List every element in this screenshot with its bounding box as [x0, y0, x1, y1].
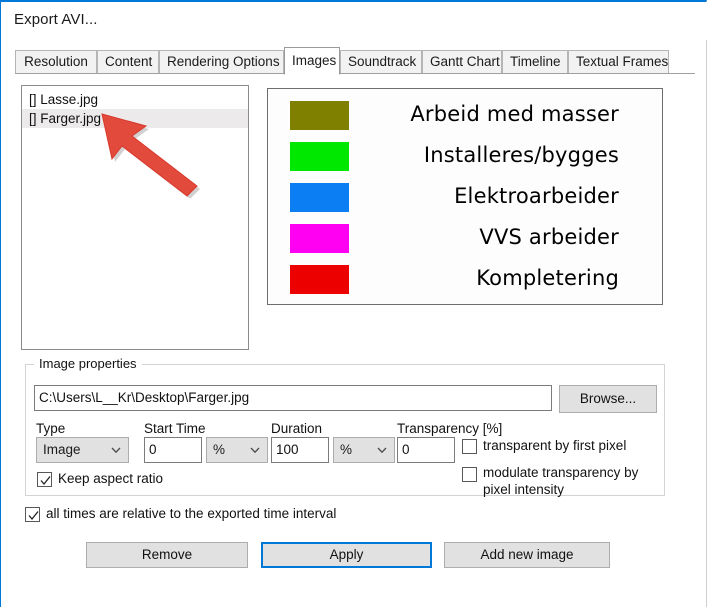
chevron-down-icon: [377, 447, 387, 454]
tab-resolution[interactable]: Resolution: [15, 50, 97, 74]
browse-button-label: Browse...: [579, 391, 637, 406]
tab-label: Content: [105, 54, 153, 69]
tab-content[interactable]: Content: [97, 50, 159, 74]
remove-button-label: Remove: [141, 547, 193, 562]
add-new-image-button-label: Add new image: [480, 547, 574, 562]
tab-strip: Resolution Content Rendering Options Ima…: [15, 47, 695, 75]
chevron-down-icon: [111, 447, 121, 454]
legend-label: Installeres/bygges: [423, 143, 619, 167]
page-title: Export AVI...: [14, 11, 98, 28]
legend-swatch: [290, 101, 349, 130]
image-file-list[interactable]: [] Lasse.jpg [] Farger.jpg: [21, 85, 249, 350]
transparent-first-pixel-label: transparent by first pixel: [483, 438, 627, 453]
legend-label: Kompletering: [476, 266, 619, 290]
legend-row: VVS arbeider: [268, 220, 662, 258]
legend-label: Arbeid med masser: [410, 102, 619, 126]
duration-unit-value: %: [340, 442, 353, 457]
image-properties-label: Image properties: [34, 356, 142, 371]
all-times-relative-label: all times are relative to the exported t…: [46, 506, 337, 521]
list-item[interactable]: [] Lasse.jpg: [22, 90, 248, 109]
legend-label: VVS arbeider: [479, 225, 619, 249]
transparency-label: Transparency [%]: [397, 421, 503, 436]
tab-gantt-chart[interactable]: Gantt Chart: [422, 50, 502, 74]
duration-input[interactable]: 100: [271, 437, 329, 463]
remove-button[interactable]: Remove: [86, 542, 248, 568]
start-time-input[interactable]: 0: [144, 437, 202, 463]
all-times-relative-checkbox[interactable]: [25, 507, 40, 522]
transparent-first-pixel-checkbox[interactable]: [462, 439, 477, 454]
legend-swatch: [290, 224, 349, 253]
tab-images[interactable]: Images: [284, 47, 340, 75]
legend-swatch: [290, 183, 349, 212]
duration-label: Duration: [271, 421, 323, 436]
keep-aspect-ratio-label: Keep aspect ratio: [58, 471, 164, 486]
tab-label: Gantt Chart: [430, 54, 500, 69]
start-time-label: Start Time: [144, 421, 206, 436]
image-path-input[interactable]: C:\Users\L__Kr\Desktop\Farger.jpg: [34, 385, 552, 411]
legend-row: Elektroarbeider: [268, 179, 662, 217]
list-item[interactable]: [] Farger.jpg: [22, 109, 248, 128]
type-select[interactable]: Image: [36, 437, 129, 463]
duration-unit-select[interactable]: %: [333, 437, 395, 463]
export-avi-dialog: Export AVI... Resolution Content Renderi…: [0, 0, 707, 607]
transparency-input[interactable]: 0: [397, 437, 455, 463]
tab-label: Resolution: [24, 54, 88, 69]
start-time-unit-value: %: [213, 442, 226, 457]
tab-textual-frames[interactable]: Textual Frames: [568, 50, 669, 74]
chevron-down-icon: [250, 447, 260, 454]
check-icon: [28, 511, 39, 521]
apply-button-label: Apply: [329, 547, 364, 562]
tab-label: Rendering Options: [167, 54, 280, 69]
keep-aspect-ratio-checkbox[interactable]: [37, 472, 52, 487]
image-preview-panel: Arbeid med masser Installeres/bygges Ele…: [267, 88, 663, 305]
tab-label: Images: [292, 53, 337, 68]
start-time-unit-select[interactable]: %: [206, 437, 268, 463]
tab-label: Textual Frames: [576, 54, 669, 69]
apply-button[interactable]: Apply: [261, 542, 432, 568]
tab-rendering-options[interactable]: Rendering Options: [159, 50, 284, 74]
legend-label: Elektroarbeider: [454, 184, 619, 208]
modulate-transparency-label: modulate transparency by pixel intensity: [483, 465, 639, 497]
tab-strip-divider: [15, 73, 695, 74]
check-icon: [40, 476, 51, 486]
tab-timeline[interactable]: Timeline: [502, 50, 568, 74]
legend-row: Installeres/bygges: [268, 138, 662, 176]
add-new-image-button[interactable]: Add new image: [444, 542, 610, 568]
legend-swatch: [290, 265, 349, 294]
browse-button[interactable]: Browse...: [559, 385, 657, 413]
title-bar: Export AVI...: [1, 2, 707, 40]
tab-label: Timeline: [510, 54, 561, 69]
type-select-value: Image: [43, 442, 81, 457]
type-label: Type: [36, 421, 66, 436]
tab-soundtrack[interactable]: Soundtrack: [340, 50, 422, 74]
legend-swatch: [290, 142, 349, 171]
legend-row: Kompletering: [268, 261, 662, 299]
modulate-transparency-checkbox[interactable]: [462, 467, 477, 482]
legend-row: Arbeid med masser: [268, 97, 662, 135]
tab-label: Soundtrack: [348, 54, 417, 69]
